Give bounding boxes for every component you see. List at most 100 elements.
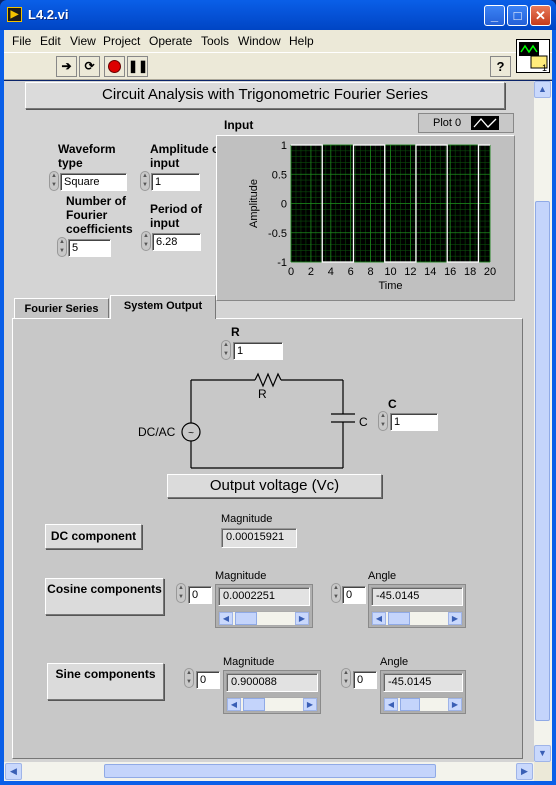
x-tick-label: 12 — [404, 266, 416, 278]
r-spinner[interactable]: ▲ ▼ — [221, 340, 231, 360]
panel-banner: Circuit Analysis with Trigonometric Four… — [25, 82, 505, 109]
x-tick-label: 14 — [424, 266, 436, 278]
run-continuously-icon[interactable]: ⟳ — [79, 56, 100, 77]
sine-angle-scrollbar[interactable]: ◀ ▶ — [383, 697, 463, 712]
waveform-type-ring[interactable]: Square — [60, 173, 127, 191]
scroll-thumb[interactable] — [235, 612, 257, 625]
cosine-components-button[interactable]: Cosine components — [45, 578, 164, 615]
graph-svg: 0 2 4 6 8 10 12 14 16 18 20 1 0.5 0 -0.5 -1 Time Amplitud… — [248, 140, 496, 292]
window-frame — [0, 781, 556, 785]
run-icon[interactable]: ➔ — [56, 56, 77, 77]
c-label: C — [388, 397, 397, 411]
menu-bar: File Edit View Project Operate Tools Win… — [4, 30, 552, 52]
vertical-scrollbar[interactable]: ▲ ▼ — [534, 81, 552, 762]
cosine-angle-scrollbar[interactable]: ◀ ▶ — [371, 611, 463, 626]
close-icon[interactable]: ✕ — [530, 5, 551, 26]
y-tick-label: 0.5 — [272, 169, 287, 181]
sine-mag-index[interactable]: 0 — [196, 671, 220, 689]
context-help-icon[interactable]: ? — [490, 56, 511, 77]
scroll-up-icon[interactable]: ▲ — [534, 81, 551, 98]
scroll-thumb[interactable] — [388, 612, 410, 625]
menu-help[interactable]: Help — [289, 34, 314, 48]
scroll-left-icon[interactable]: ◀ — [5, 763, 22, 780]
amplitude-spinner[interactable]: ▲ ▼ — [140, 171, 150, 191]
plot-legend-label: Plot 0 — [433, 117, 462, 129]
waveform-type-spinner[interactable]: ▲ ▼ — [49, 171, 59, 191]
svg-text:~: ~ — [188, 428, 194, 439]
scroll-thumb[interactable] — [243, 698, 265, 711]
sine-magnitude-scrollbar[interactable]: ◀ ▶ — [226, 697, 318, 712]
scroll-thumb[interactable] — [400, 698, 420, 711]
tab-system-output[interactable]: System Output — [110, 295, 216, 319]
scroll-left-icon[interactable]: ◀ — [227, 698, 241, 711]
menu-file[interactable]: File — [12, 34, 31, 48]
sine-angle-index[interactable]: 0 — [353, 671, 377, 689]
scroll-left-icon[interactable]: ◀ — [219, 612, 233, 625]
sine-components-button[interactable]: Sine components — [47, 663, 164, 700]
cosine-magnitude-scrollbar[interactable]: ◀ ▶ — [218, 611, 310, 626]
window-frame — [552, 30, 556, 785]
num-coefficients-spinner[interactable]: ▲ ▼ — [57, 237, 67, 257]
maximize-icon[interactable]: □ — [507, 5, 528, 26]
cosine-angle-indicator: -45.0145 — [371, 587, 463, 606]
y-tick-label: 0 — [281, 199, 287, 211]
scroll-left-icon[interactable]: ◀ — [372, 612, 386, 625]
dc-magnitude-indicator: 0.00015921 — [221, 528, 297, 548]
menu-tools[interactable]: Tools — [201, 34, 229, 48]
cosine-mag-index[interactable]: 0 — [188, 586, 212, 604]
menu-operate[interactable]: Operate — [149, 34, 192, 48]
menu-edit[interactable]: Edit — [40, 34, 61, 48]
menu-project[interactable]: Project — [103, 34, 140, 48]
plot-legend-swatch — [471, 116, 499, 130]
sine-mag-index-spinner[interactable]: ▲ ▼ — [184, 668, 194, 688]
scroll-right-icon[interactable]: ▶ — [448, 698, 462, 711]
cosine-mag-index-spinner[interactable]: ▲ ▼ — [176, 583, 186, 603]
tab-fourier-series[interactable]: Fourier Series — [14, 298, 109, 320]
horizontal-scrollbar[interactable]: ◀ ▶ — [4, 762, 534, 781]
cosine-magnitude-label: Magnitude — [215, 570, 267, 582]
scroll-right-icon[interactable]: ▶ — [303, 698, 317, 711]
output-voltage-button[interactable]: Output voltage (Vc) — [167, 474, 382, 498]
input-waveform-graph[interactable]: 0 2 4 6 8 10 12 14 16 18 20 1 0.5 0 -0.5 -1 Time Amplitud… — [216, 135, 515, 301]
x-tick-label: 16 — [444, 266, 456, 278]
r-label: R — [231, 325, 240, 339]
amplitude-input[interactable]: 1 — [151, 173, 200, 191]
sine-angle-index-spinner[interactable]: ▲ ▼ — [341, 668, 351, 688]
c-spinner[interactable]: ▲ ▼ — [378, 411, 388, 431]
title-bar[interactable]: ▶ L4.2.vi _ □ ✕ — [0, 0, 556, 30]
num-coefficients-label: Number of Fourier coefficients — [66, 194, 133, 236]
abort-icon[interactable] — [104, 56, 125, 77]
capacitor-label: C — [359, 415, 368, 429]
x-tick-label: 18 — [464, 266, 476, 278]
period-spinner[interactable]: ▲ ▼ — [141, 231, 151, 251]
menu-window[interactable]: Window — [238, 34, 281, 48]
sine-magnitude-label: Magnitude — [223, 656, 275, 668]
size-grip[interactable] — [534, 762, 552, 781]
c-input[interactable]: 1 — [390, 413, 438, 431]
period-input[interactable]: 6.28 — [152, 233, 201, 251]
toolbar: ➔ ⟳ ❚❚ ? — [4, 52, 552, 80]
vertical-scroll-thumb[interactable] — [535, 201, 550, 721]
plot-legend[interactable]: Plot 0 — [418, 113, 514, 133]
cosine-angle-index[interactable]: 0 — [342, 586, 366, 604]
r-input[interactable]: 1 — [233, 342, 283, 360]
dc-component-button[interactable]: DC component — [45, 524, 142, 549]
minimize-icon[interactable]: _ — [484, 5, 505, 26]
pause-icon[interactable]: ❚❚ — [127, 56, 148, 77]
scroll-left-icon[interactable]: ◀ — [384, 698, 398, 711]
scroll-right-icon[interactable]: ▶ — [295, 612, 309, 625]
scroll-right-icon[interactable]: ▶ — [516, 763, 533, 780]
x-tick-label: 0 — [288, 266, 294, 278]
x-tick-label: 20 — [484, 266, 496, 278]
period-label: Period of input — [150, 202, 203, 230]
horizontal-scroll-thumb[interactable] — [104, 764, 436, 778]
scroll-down-icon[interactable]: ▼ — [534, 745, 551, 762]
num-coefficients-input[interactable]: 5 — [68, 239, 111, 257]
y-tick-label: 1 — [281, 140, 287, 152]
scroll-right-icon[interactable]: ▶ — [448, 612, 462, 625]
cosine-angle-index-spinner[interactable]: ▲ ▼ — [331, 583, 341, 603]
menu-view[interactable]: View — [70, 34, 96, 48]
svg-text:1: 1 — [542, 63, 547, 72]
sine-angle-array: -45.0145 ◀ ▶ — [380, 670, 466, 714]
sine-magnitude-array: 0.900088 ◀ ▶ — [223, 670, 321, 714]
